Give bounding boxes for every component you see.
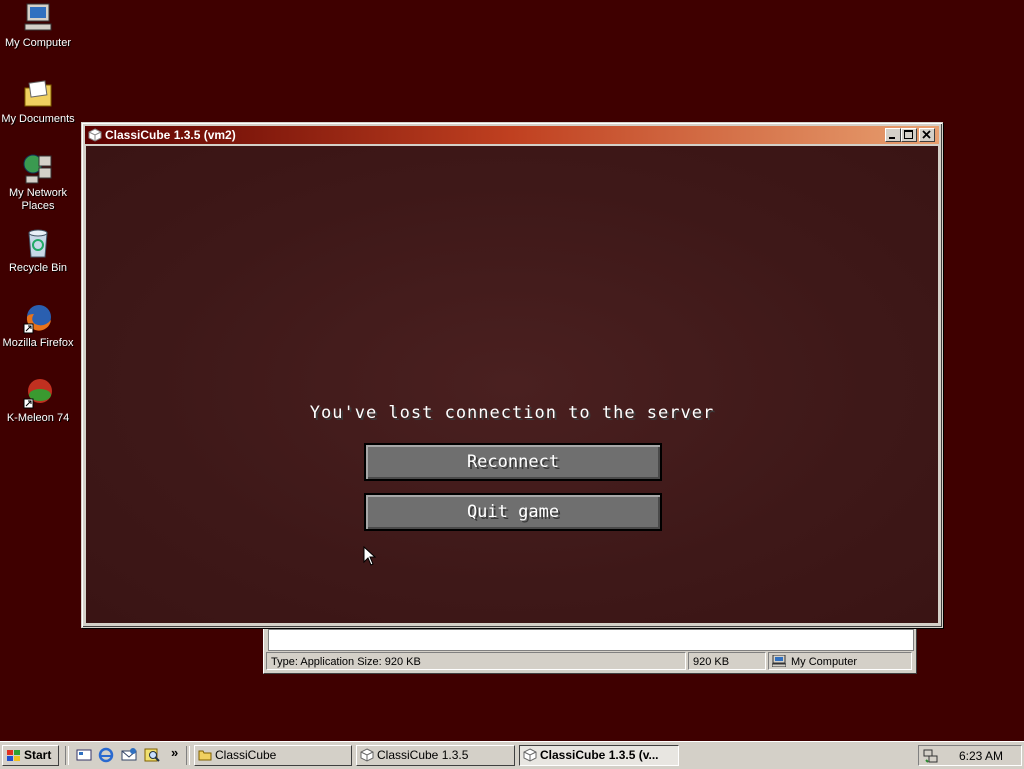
my-documents-icon [22,78,54,110]
desktop-icon-label: Mozilla Firefox [2,337,74,349]
desktop-icon-my-documents[interactable]: My Documents [0,78,76,126]
window-title: ClassiCube 1.3.5 (vm2) [105,128,236,142]
quit-game-button[interactable]: Quit game [364,493,662,531]
desktop-icon-label: Recycle Bin [8,262,68,274]
maximize-icon [904,130,913,139]
start-button[interactable]: Start [2,745,59,766]
task-label: ClassiCube 1.3.5 [377,748,469,762]
my-computer-icon [22,2,54,34]
k-meleon-icon [22,377,54,409]
disconnect-message: You've lost connection to the server [309,403,715,423]
status-location-label: My Computer [791,656,858,668]
taskbar-task-classicube-active[interactable]: ClassiCube 1.3.5 (v... [519,745,679,766]
reconnect-button[interactable]: Reconnect [364,443,662,481]
outlook-express-icon[interactable] [121,747,137,763]
task-label: ClassiCube 1.3.5 (v... [540,748,659,762]
cube-icon [88,128,102,142]
status-bar: Type: Application Size: 920 KB 920 KB My… [266,652,912,670]
folder-icon [198,750,212,761]
quick-launch-more-button[interactable]: » [171,745,178,760]
status-size: 920 KB [688,652,766,670]
desktop-icon-label: My Network Places [8,187,68,212]
firefox-icon [22,302,54,334]
computer-icon [772,655,786,667]
search-icon[interactable] [144,747,160,763]
status-location: My Computer [768,652,912,670]
minimize-button[interactable] [885,128,901,142]
taskbar-task-folder[interactable]: ClassiCube [194,745,352,766]
cube-icon [360,748,374,762]
desktop-icon-label: K-Meleon 74 [6,412,70,424]
desktop-icon-recycle-bin[interactable]: Recycle Bin [0,227,76,275]
desktop-icon-label: My Computer [4,37,72,49]
taskbar-separator [186,746,190,765]
clock[interactable]: 6:23 AM [959,749,1003,763]
minimize-icon [889,137,895,139]
taskbar-task-classicube[interactable]: ClassiCube 1.3.5 [356,745,515,766]
classicube-window[interactable]: ClassiCube 1.3.5 (vm2) You've lost conne… [81,122,943,628]
taskbar: Start » ClassiCube ClassiCube 1.3.5 Clas… [0,741,1024,769]
desktop-icon-my-computer[interactable]: My Computer [0,2,76,50]
desktop-icon-network-places[interactable]: My Network Places [0,152,76,213]
network-connection-icon[interactable] [923,748,939,764]
close-button[interactable] [919,128,935,142]
windows-logo-icon [7,750,20,761]
mouse-cursor-icon [363,546,377,566]
status-type: Type: Application Size: 920 KB [266,652,686,670]
background-explorer-window[interactable]: Type: Application Size: 920 KB 920 KB My… [263,620,917,674]
system-tray: 6:23 AM [918,745,1022,766]
task-label: ClassiCube [215,748,277,762]
desktop-icon-label: My Documents [1,113,75,125]
game-viewport[interactable]: You've lost connection to the server Rec… [86,146,938,623]
network-places-icon [22,152,54,184]
maximize-button[interactable] [901,128,917,142]
close-icon [922,130,931,139]
title-bar[interactable]: ClassiCube 1.3.5 (vm2) [85,126,939,144]
desktop-icon-firefox[interactable]: Mozilla Firefox [0,302,76,350]
internet-explorer-icon[interactable] [98,747,114,763]
cube-icon [523,748,537,762]
desktop-icon-k-meleon[interactable]: K-Meleon 74 [0,377,76,425]
recycle-bin-icon [22,227,54,259]
show-desktop-icon[interactable] [76,747,92,763]
file-list-area[interactable] [268,629,914,651]
start-label: Start [24,748,52,762]
taskbar-separator [65,746,69,765]
